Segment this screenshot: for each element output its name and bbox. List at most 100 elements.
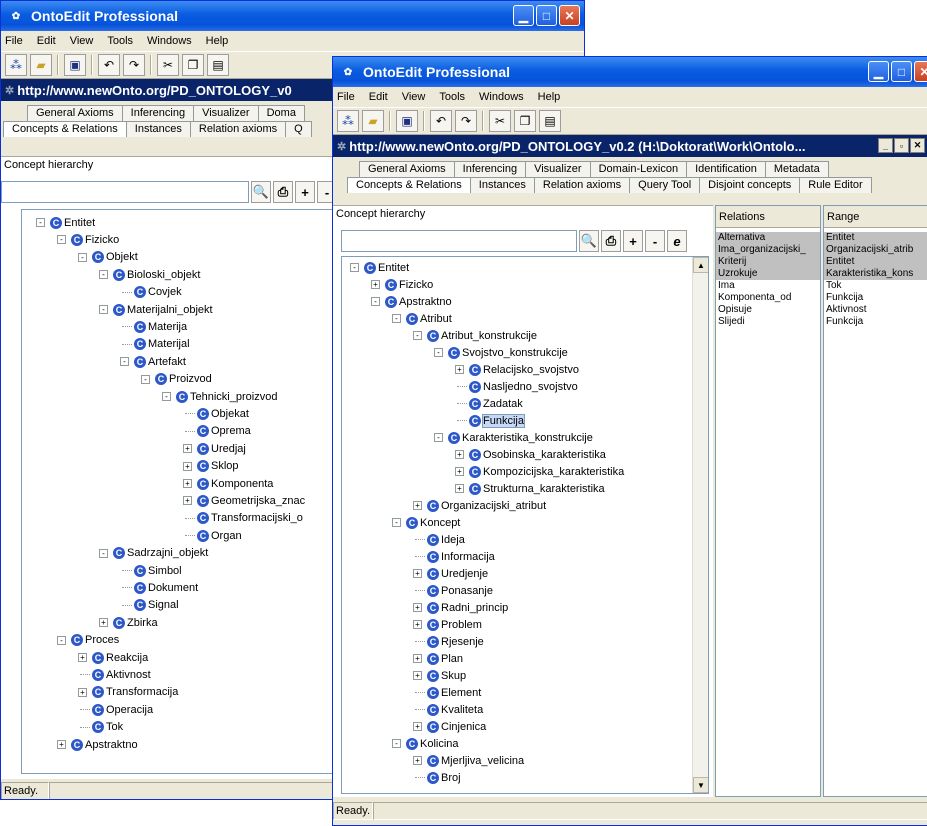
- tree-node[interactable]: C Problem: [427, 616, 482, 633]
- expand-icon[interactable]: +: [413, 756, 422, 765]
- menu-edit[interactable]: Edit: [37, 35, 56, 47]
- tab-query-tool[interactable]: Q: [285, 121, 312, 137]
- tree-node[interactable]: C Fizicko: [71, 231, 119, 248]
- relations-list[interactable]: Relations Alternativa Ima_organizacijski_…: [715, 205, 821, 797]
- remove-concept-button[interactable]: -: [645, 230, 665, 252]
- hierarchy-icon[interactable]: ⁂: [337, 110, 359, 132]
- cut-icon[interactable]: ✂: [157, 54, 179, 76]
- tree-node[interactable]: C Organizacijski_atribut: [427, 497, 546, 514]
- tab-inferencing[interactable]: Inferencing: [453, 161, 527, 177]
- tree-node[interactable]: C Organ: [197, 527, 242, 544]
- range-list[interactable]: Range Entitet Organizacijski_atrib Entitet…: [823, 205, 927, 797]
- relation-item[interactable]: Slijedi: [716, 316, 820, 328]
- tree-node[interactable]: C Apstraktno: [71, 736, 138, 753]
- tree-node[interactable]: C Artefakt: [134, 353, 186, 370]
- menu-tools[interactable]: Tools: [107, 35, 133, 47]
- maximize-icon[interactable]: □: [891, 61, 912, 82]
- range-item[interactable]: Aktivnost: [824, 304, 927, 316]
- tree-node[interactable]: C Proizvod: [155, 371, 212, 388]
- tree-node[interactable]: C Reakcija: [92, 649, 148, 666]
- tree-node[interactable]: C Radni_princip: [427, 599, 508, 616]
- redo-icon[interactable]: ↷: [123, 54, 145, 76]
- relation-item[interactable]: Ima_organizacijski_: [716, 244, 820, 256]
- add-concept-button[interactable]: +: [623, 230, 643, 252]
- tree-node[interactable]: C Simbol: [134, 562, 182, 579]
- tree-node[interactable]: C Proces: [71, 632, 119, 649]
- search-icon[interactable]: 🔍: [251, 181, 271, 203]
- tree-node[interactable]: C Entitet: [50, 214, 95, 231]
- relation-item[interactable]: Ima: [716, 280, 820, 292]
- menu-windows[interactable]: Windows: [479, 91, 524, 103]
- tree-node[interactable]: C Materija: [134, 318, 187, 335]
- tab-inferencing[interactable]: Inferencing: [121, 105, 195, 121]
- range-item[interactable]: Funkcija: [824, 292, 927, 304]
- tree-node[interactable]: C Materijal: [134, 336, 190, 353]
- search-input[interactable]: [341, 230, 577, 252]
- tab-metadata[interactable]: Metadata: [764, 161, 829, 177]
- collapse-icon[interactable]: -: [120, 357, 129, 367]
- hierarchy-icon[interactable]: ⁂: [5, 54, 27, 76]
- range-item[interactable]: Tok: [824, 280, 927, 292]
- tree-node[interactable]: C Atribut: [406, 310, 452, 327]
- tree-node[interactable]: C Kvaliteta: [427, 701, 483, 718]
- close-icon[interactable]: ✕: [914, 61, 927, 82]
- tree-node[interactable]: C Sklop: [197, 458, 239, 475]
- expand-icon[interactable]: +: [413, 620, 422, 629]
- collapse-icon[interactable]: -: [392, 518, 401, 527]
- tab-relation-axioms[interactable]: Relation axioms: [533, 177, 631, 193]
- tab-rule-editor[interactable]: Rule Editor: [799, 177, 872, 193]
- tree-node[interactable]: C Funkcija: [469, 412, 525, 429]
- open-folder-icon[interactable]: ▰: [362, 110, 384, 132]
- cut-icon[interactable]: ✂: [489, 110, 511, 132]
- range-item[interactable]: Funkcija: [824, 316, 927, 328]
- range-item[interactable]: Organizacijski_atrib: [824, 244, 927, 256]
- tree-node[interactable]: C Materijalni_objekt: [113, 301, 213, 318]
- tree-node[interactable]: C Osobinska_karakteristika: [469, 446, 606, 463]
- maximize-icon[interactable]: □: [536, 5, 557, 26]
- copy-icon[interactable]: ❐: [514, 110, 536, 132]
- doc-minimize-icon[interactable]: _: [878, 138, 893, 153]
- tab-relation-axioms[interactable]: Relation axioms: [189, 121, 287, 137]
- expand-icon[interactable]: +: [78, 653, 87, 662]
- collapse-icon[interactable]: -: [57, 635, 66, 645]
- redo-icon[interactable]: ↷: [455, 110, 477, 132]
- collapse-icon[interactable]: -: [78, 252, 87, 262]
- menu-help[interactable]: Help: [538, 91, 561, 103]
- tree-node[interactable]: C Transformacija: [92, 684, 178, 701]
- tree-node[interactable]: C Koncept: [406, 514, 460, 531]
- expand-icon[interactable]: +: [57, 740, 66, 749]
- expand-icon[interactable]: +: [455, 467, 464, 476]
- tree-node[interactable]: C Mjerljiva_velicina: [427, 752, 524, 769]
- menu-view[interactable]: View: [402, 91, 426, 103]
- expand-icon[interactable]: +: [455, 450, 464, 459]
- expand-icon[interactable]: +: [455, 484, 464, 493]
- edit-concept-button[interactable]: e: [667, 230, 687, 252]
- menu-file[interactable]: File: [337, 91, 355, 103]
- minimize-icon[interactable]: ▁: [513, 5, 534, 26]
- save-icon[interactable]: ▣: [64, 54, 86, 76]
- tab-query-tool[interactable]: Query Tool: [629, 177, 701, 193]
- collapse-icon[interactable]: -: [371, 297, 380, 306]
- expand-icon[interactable]: +: [413, 654, 422, 663]
- tab-domain-lexicon[interactable]: Domain-Lexicon: [589, 161, 688, 177]
- tab-concepts-relations[interactable]: Concepts & Relations: [347, 177, 471, 193]
- tree-node[interactable]: C Bioloski_objekt: [113, 266, 200, 283]
- menu-edit[interactable]: Edit: [369, 91, 388, 103]
- copy-icon[interactable]: ❐: [182, 54, 204, 76]
- tree-node[interactable]: C Element: [427, 684, 481, 701]
- tree-node[interactable]: C Zadatak: [469, 395, 523, 412]
- tree-node[interactable]: C Kolicina: [406, 735, 459, 752]
- tree-node[interactable]: C Sadrzajni_objekt: [113, 545, 208, 562]
- expand-icon[interactable]: +: [183, 461, 192, 471]
- tree-node[interactable]: C Ponasanje: [427, 582, 493, 599]
- relation-item[interactable]: Uzrokuje: [716, 268, 820, 280]
- undo-icon[interactable]: ↶: [98, 54, 120, 76]
- search-icon[interactable]: 🔍: [579, 230, 599, 252]
- tree-node[interactable]: C Geometrijska_znac: [197, 492, 305, 509]
- search-input[interactable]: [1, 181, 249, 203]
- tab-visualizer[interactable]: Visualizer: [525, 161, 591, 177]
- expand-icon[interactable]: +: [413, 569, 422, 578]
- menu-view[interactable]: View: [70, 35, 94, 47]
- expand-icon[interactable]: +: [413, 603, 422, 612]
- tree-node[interactable]: C Objekt: [92, 249, 138, 266]
